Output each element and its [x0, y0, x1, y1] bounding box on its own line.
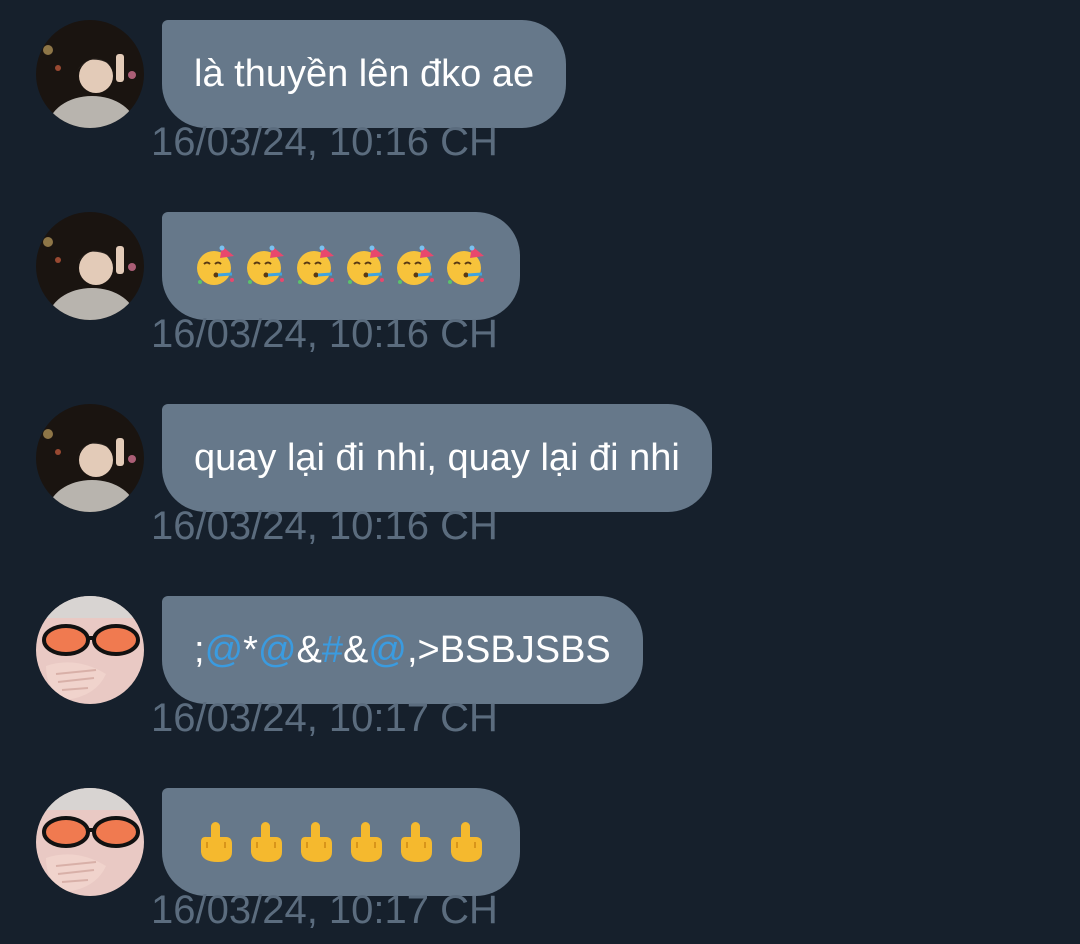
avatar-user-b[interactable]: [36, 596, 144, 704]
middle-finger-icon: [244, 820, 288, 864]
message-bubble[interactable]: [162, 788, 520, 896]
middle-finger-icon: [344, 820, 388, 864]
message-row: 16/03/24, 10:16 CH: [0, 192, 1080, 384]
middle-finger-icon: [194, 820, 238, 864]
message-row: ;@*@&#&@,>BSBJSBS 16/03/24, 10:17 CH: [0, 576, 1080, 768]
avatar-user-a[interactable]: [36, 20, 144, 128]
message-timestamp: 16/03/24, 10:17 CH: [151, 888, 498, 932]
message-text: ;@*@&#&@,>BSBJSBS: [194, 628, 611, 671]
middle-finger-icon: [294, 820, 338, 864]
message-text: quay lại đi nhi, quay lại đi nhi: [194, 436, 680, 479]
chat-message-list: là thuyền lên đko ae 16/03/24, 10:16 CH: [0, 0, 1080, 944]
partying-face-icon: [344, 244, 388, 288]
partying-face-icon: [294, 244, 338, 288]
message-bubble[interactable]: ;@*@&#&@,>BSBJSBS: [162, 596, 643, 704]
partying-face-icon: [394, 244, 438, 288]
emoji-row: [194, 244, 488, 288]
message-bubble[interactable]: [162, 212, 520, 320]
mention-symbol[interactable]: @: [205, 629, 244, 671]
partying-face-icon: [244, 244, 288, 288]
message-row: 16/03/24, 10:17 CH: [0, 768, 1080, 944]
message-bubble[interactable]: là thuyền lên đko ae: [162, 20, 567, 128]
mention-symbol[interactable]: @: [368, 629, 407, 671]
middle-finger-icon: [444, 820, 488, 864]
avatar-user-a[interactable]: [36, 404, 144, 512]
avatar-user-b[interactable]: [36, 788, 144, 896]
message-timestamp: 16/03/24, 10:16 CH: [151, 504, 498, 548]
emoji-row: [194, 820, 488, 864]
message-timestamp: 16/03/24, 10:16 CH: [151, 312, 498, 356]
message-bubble[interactable]: quay lại đi nhi, quay lại đi nhi: [162, 404, 712, 512]
avatar-user-a[interactable]: [36, 212, 144, 320]
message-row: quay lại đi nhi, quay lại đi nhi 16/03/2…: [0, 384, 1080, 576]
message-timestamp: 16/03/24, 10:17 CH: [151, 696, 498, 740]
partying-face-icon: [194, 244, 238, 288]
middle-finger-icon: [394, 820, 438, 864]
message-timestamp: 16/03/24, 10:16 CH: [151, 120, 498, 164]
message-row: là thuyền lên đko ae 16/03/24, 10:16 CH: [0, 0, 1080, 192]
message-text: là thuyền lên đko ae: [194, 52, 535, 95]
mention-symbol[interactable]: @: [258, 629, 297, 671]
partying-face-icon: [444, 244, 488, 288]
hashtag-symbol[interactable]: #: [322, 629, 343, 671]
